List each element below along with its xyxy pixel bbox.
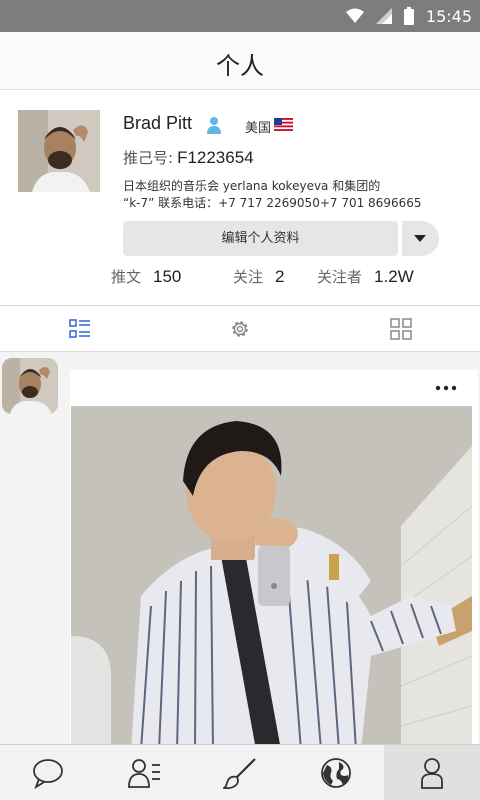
post-card	[70, 370, 478, 744]
globe-icon	[321, 758, 351, 788]
contacts-icon	[128, 759, 160, 788]
settings-gear-icon[interactable]	[229, 318, 251, 340]
person-icon	[421, 758, 443, 789]
stat-label: 关注者	[317, 268, 363, 286]
stat-label: 推文	[111, 268, 142, 286]
brush-icon	[223, 758, 256, 789]
more-options-dropdown-button[interactable]	[402, 221, 439, 256]
stat-value: 1.2W	[374, 267, 414, 286]
stat-posts[interactable]: 推文 150	[111, 266, 181, 287]
stat-label: 关注	[233, 268, 264, 286]
post-photo	[71, 406, 472, 744]
post-author-avatar[interactable]	[2, 358, 58, 414]
bio-line: 日本组织的音乐会 yerlana kokeyeva 和集团的	[123, 179, 381, 193]
avatar-photo	[18, 110, 100, 192]
us-flag-icon	[274, 118, 293, 131]
page-title: 个人	[216, 52, 264, 80]
id-value: F1223654	[177, 148, 254, 167]
avatar[interactable]	[18, 110, 100, 192]
nav-messages[interactable]	[0, 745, 96, 800]
status-bar: 15:45	[0, 0, 480, 32]
avatar-photo	[2, 358, 58, 414]
stat-followers[interactable]: 关注者 1.2W	[317, 266, 414, 287]
feed	[0, 352, 480, 744]
stat-value: 2	[275, 267, 285, 286]
profile-id: 推己号: F1223654	[123, 147, 254, 168]
chat-icon	[33, 759, 63, 789]
stat-value: 150	[153, 267, 182, 286]
profile-stats: 推文 150 关注 2 关注者 1.2W	[0, 266, 480, 290]
grid-icon[interactable]	[390, 318, 412, 340]
list-icon[interactable]	[69, 318, 91, 340]
more-options-icon[interactable]	[434, 382, 458, 394]
id-label: 推己号:	[123, 149, 174, 167]
post-image[interactable]	[71, 406, 472, 744]
bio-line: “k-7” 联系电话：+7 717 2269050+7 701 8696665	[123, 196, 422, 210]
profile-tabs	[0, 306, 480, 352]
profile-bio: 日本组织的音乐会 yerlana kokeyeva 和集团的 “k-7” 联系电…	[123, 178, 468, 212]
profile-name: Brad Pitt	[123, 113, 193, 133]
stat-following[interactable]: 关注 2	[233, 266, 284, 287]
nav-contacts[interactable]	[96, 745, 192, 800]
nav-profile[interactable]	[384, 745, 480, 800]
nav-create[interactable]	[192, 745, 288, 800]
nav-discover[interactable]	[288, 745, 384, 800]
wifi-icon	[345, 8, 364, 23]
clock: 15:45	[425, 6, 472, 26]
edit-profile-button[interactable]: 编辑个人资料	[123, 221, 398, 256]
verified-user-icon	[207, 117, 221, 134]
profile-country: 美国	[245, 121, 272, 136]
header: 个人	[0, 32, 480, 90]
bottom-nav	[0, 744, 480, 800]
battery-icon	[403, 7, 414, 25]
chevron-down-icon	[414, 235, 426, 242]
signal-icon	[375, 8, 392, 24]
profile-section: Brad Pitt 美国 推己号: F1223654 日本组织的音乐会 yerla…	[0, 90, 480, 306]
